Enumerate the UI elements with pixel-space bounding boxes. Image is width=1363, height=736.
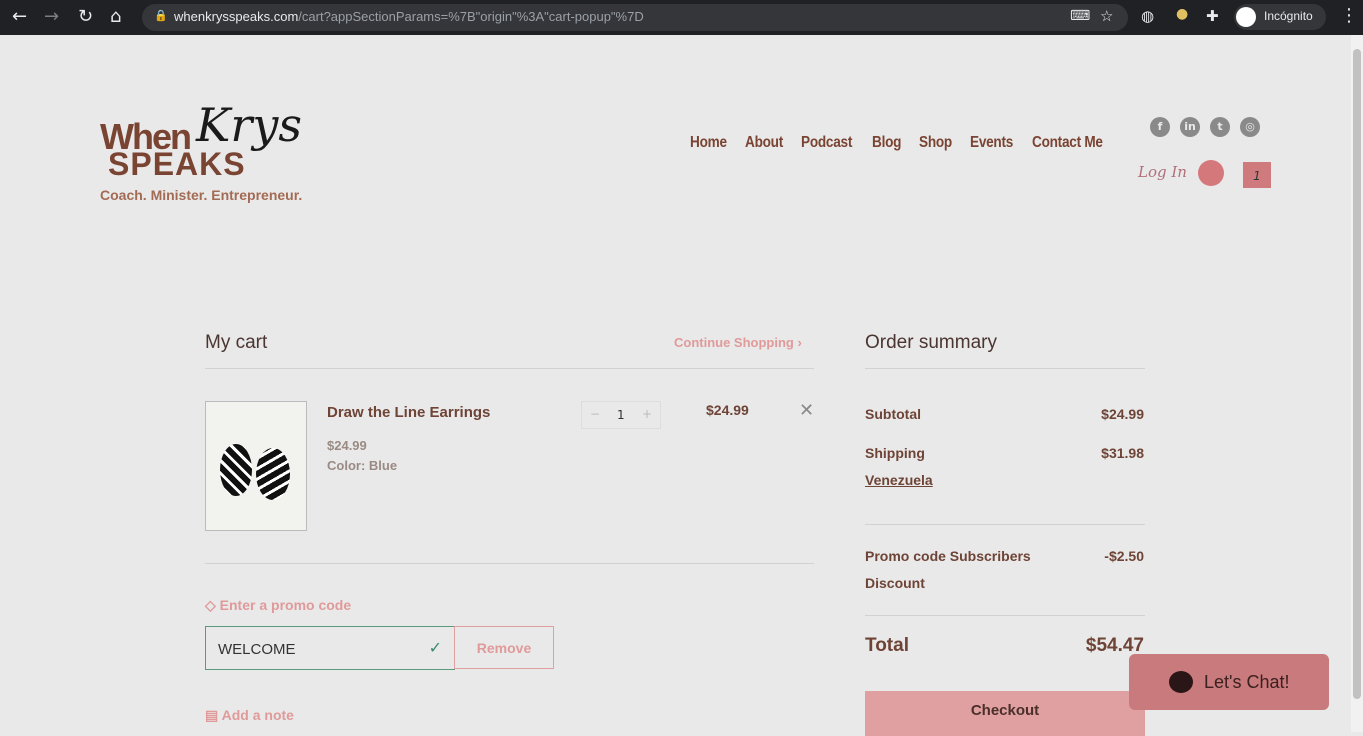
promo-value: -$2.50	[1104, 548, 1144, 564]
nav-home[interactable]: Home	[690, 134, 727, 152]
cart-title: My cart	[205, 332, 268, 353]
nav-events[interactable]: Events	[970, 134, 1013, 152]
line-total: $24.99	[706, 402, 749, 418]
nav-shop[interactable]: Shop	[919, 134, 952, 152]
chat-button[interactable]: Let's Chat!	[1129, 654, 1329, 710]
subtotal-value: $24.99	[1101, 406, 1144, 422]
add-note-link[interactable]: ▤ Add a note	[205, 707, 294, 724]
shipping-country-link[interactable]: Venezuela	[865, 472, 933, 488]
star-icon[interactable]: ☆	[1100, 7, 1113, 25]
product-name[interactable]: Draw the Line Earrings	[327, 404, 490, 421]
promo-toggle[interactable]: ◇ Enter a promo code	[205, 597, 351, 614]
translate-icon[interactable]: ⌨	[1070, 8, 1090, 24]
checkout-button[interactable]: Checkout	[865, 691, 1145, 736]
menu-icon[interactable]: ⋮	[1340, 5, 1358, 26]
total-label: Total	[865, 635, 909, 656]
product-price: $24.99	[327, 438, 367, 453]
nav-podcast[interactable]: Podcast	[801, 134, 852, 152]
decrease-button[interactable]: −	[590, 407, 600, 421]
increase-button[interactable]: +	[642, 407, 652, 421]
forward-icon[interactable]: →	[44, 6, 59, 27]
instagram-icon[interactable]: ◎	[1240, 117, 1260, 137]
incognito-icon	[1236, 7, 1256, 27]
note-icon: ▤	[205, 707, 219, 723]
shipping-label: Shipping	[865, 445, 925, 461]
facebook-icon[interactable]: f	[1150, 117, 1170, 137]
nav-contact[interactable]: Contact Me	[1032, 134, 1103, 152]
scrollbar[interactable]	[1351, 35, 1363, 732]
product-color: Color: Blue	[327, 458, 398, 473]
linkedin-icon[interactable]: in	[1180, 117, 1200, 137]
logo[interactable]: When SPEAKS Krys Coach. Minister. Entrep…	[100, 98, 330, 208]
home-icon[interactable]: ⌂	[110, 6, 121, 27]
extension-icon[interactable]: ●	[1176, 6, 1188, 22]
quantity-value[interactable]: 1	[617, 408, 625, 422]
nav-about[interactable]: About	[745, 134, 783, 152]
avatar-icon[interactable]	[1198, 160, 1224, 186]
product-image[interactable]	[205, 401, 307, 531]
promo-label-2: Discount	[865, 575, 925, 591]
globe-icon[interactable]: ◍	[1141, 7, 1154, 25]
logo-tagline: Coach. Minister. Entrepreneur.	[100, 187, 303, 203]
url-domain: whenkrysspeaks.com	[174, 9, 299, 24]
back-icon[interactable]: ←	[12, 6, 27, 27]
tag-icon: ◇	[205, 597, 216, 613]
promo-label: Promo code Subscribers	[865, 548, 1031, 564]
lock-icon: 🔒	[154, 9, 168, 22]
shipping-value: $31.98	[1101, 445, 1144, 461]
nav-blog[interactable]: Blog	[872, 134, 901, 152]
cart-count: 1	[1253, 169, 1261, 183]
summary-title: Order summary	[865, 332, 997, 353]
check-icon: ✓	[428, 638, 442, 657]
reload-icon[interactable]: ↻	[78, 6, 93, 27]
login-link[interactable]: Log In	[1138, 163, 1187, 181]
chat-bubble-icon	[1169, 671, 1193, 693]
profile-button[interactable]: Incógnito	[1234, 4, 1326, 30]
quantity-stepper[interactable]: − 1 +	[581, 401, 661, 429]
chat-label: Let's Chat!	[1204, 672, 1290, 692]
address-bar[interactable]: 🔒 whenkrysspeaks.com/cart?appSectionPara…	[142, 4, 1128, 31]
continue-shopping-link[interactable]: Continue Shopping ›	[674, 335, 802, 350]
browser-toolbar: ← → ↻ ⌂ 🔒 whenkrysspeaks.com/cart?appSec…	[0, 0, 1363, 35]
profile-label: Incógnito	[1264, 9, 1313, 23]
twitter-icon[interactable]: t	[1210, 117, 1230, 137]
promo-input[interactable]: WELCOME ✓	[205, 626, 455, 670]
cart-icon[interactable]: 1	[1243, 162, 1271, 188]
puzzle-icon[interactable]: ✚	[1206, 7, 1219, 25]
subtotal-label: Subtotal	[865, 406, 921, 422]
remove-item-icon[interactable]: ✕	[799, 400, 814, 421]
url-path: /cart?appSectionParams=%7B"origin"%3A"ca…	[298, 9, 644, 24]
remove-promo-button[interactable]: Remove	[454, 626, 554, 669]
